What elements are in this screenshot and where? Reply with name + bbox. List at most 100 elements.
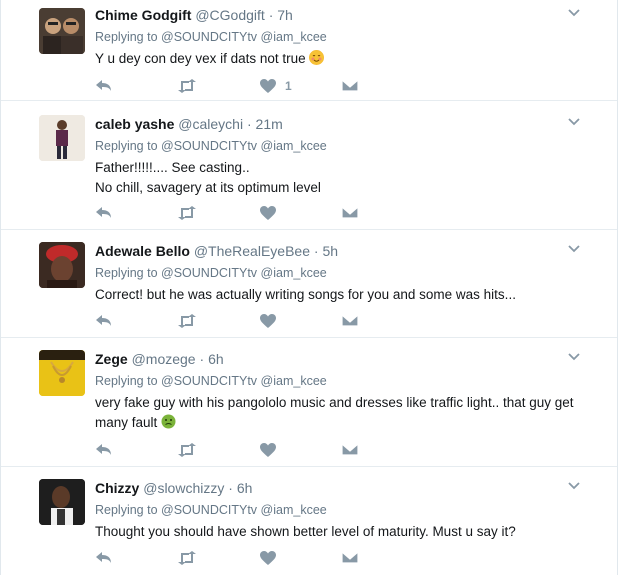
tweet-actions — [95, 548, 423, 568]
retweet-button[interactable] — [177, 311, 259, 331]
replying-to: Replying to @SOUNDCITYtv @iam_kcee — [95, 502, 597, 518]
like-button[interactable]: 1 — [259, 76, 341, 96]
tweet-content: Chizzy @slowchizzy · 6h Replying to @SOU… — [95, 479, 597, 542]
reply-button[interactable] — [95, 548, 177, 568]
avatar[interactable] — [39, 350, 85, 396]
avatar[interactable] — [39, 242, 85, 288]
tweet-line: very fake guy with his pangololo music a… — [95, 395, 574, 410]
replying-label: Replying to — [95, 374, 158, 388]
message-button[interactable] — [341, 203, 423, 223]
author-handle[interactable]: @CGodgift — [195, 7, 264, 23]
tweet-line: Father!!!!!.... See casting.. — [95, 160, 250, 175]
tweet-time[interactable]: 6h — [237, 480, 253, 496]
tweet-text: very fake guy with his pangololo music a… — [95, 393, 597, 433]
chevron-down-icon[interactable] — [567, 242, 581, 256]
tweet-time[interactable]: 6h — [208, 351, 224, 367]
tweet-line: many fault — [95, 415, 158, 430]
author-handle[interactable]: @caleychi — [178, 116, 243, 132]
like-icon — [260, 314, 276, 328]
tweet-line: No chill, savagery at its optimum level — [95, 180, 321, 195]
tweet-text: Y u dey con dey vex if dats not true — [95, 49, 597, 69]
separator-dot: · — [313, 243, 319, 259]
chevron-down-icon[interactable] — [567, 115, 581, 129]
like-icon — [260, 551, 276, 565]
chevron-down-icon[interactable] — [567, 479, 581, 493]
like-icon — [260, 206, 276, 220]
mentions[interactable]: @SOUNDCITYtv @iam_kcee — [161, 139, 327, 153]
tweet-line-with-emoji: many fault — [95, 413, 597, 433]
tweet-time[interactable]: 21m — [256, 116, 283, 132]
reply-icon — [96, 315, 111, 326]
avatar[interactable] — [39, 115, 85, 161]
message-button[interactable] — [341, 440, 423, 460]
tweet-content: caleb yashe @caleychi · 21m Replying to … — [95, 115, 597, 198]
author-name[interactable]: Adewale Bello — [95, 243, 190, 259]
reply-icon — [96, 444, 111, 455]
message-icon — [341, 443, 359, 456]
reply-button[interactable] — [95, 440, 177, 460]
tweet[interactable]: Zege @mozege · 6h Replying to @SOUNDCITY… — [1, 338, 617, 467]
author-handle[interactable]: @slowchizzy — [143, 480, 224, 496]
message-icon — [341, 551, 359, 564]
separator-dot: · — [268, 7, 274, 23]
message-button[interactable] — [341, 548, 423, 568]
message-button[interactable] — [341, 311, 423, 331]
tweet-actions: 1 — [95, 76, 423, 96]
reply-button[interactable] — [95, 76, 177, 96]
replying-label: Replying to — [95, 266, 158, 280]
like-button[interactable] — [259, 548, 341, 568]
replying-to: Replying to @SOUNDCITYtv @iam_kcee — [95, 29, 597, 45]
retweet-icon — [178, 551, 196, 565]
tweet[interactable]: Chime Godgift @CGodgift · 7h Replying to… — [1, 0, 617, 101]
like-button[interactable] — [259, 203, 341, 223]
retweet-icon — [178, 443, 196, 457]
tweet-header: Chime Godgift @CGodgift · 7h — [95, 6, 597, 24]
avatar[interactable] — [39, 479, 85, 525]
author-name[interactable]: caleb yashe — [95, 116, 174, 132]
like-icon — [260, 443, 276, 457]
blushing-face-icon — [309, 50, 325, 65]
avatar-photo — [39, 115, 85, 161]
tweet-time[interactable]: 7h — [277, 7, 293, 23]
author-handle[interactable]: @TheRealEyeBee — [194, 243, 310, 259]
author-name[interactable]: Zege — [95, 351, 128, 367]
replying-label: Replying to — [95, 139, 158, 153]
like-button[interactable] — [259, 311, 341, 331]
like-icon — [260, 79, 276, 93]
separator-dot: · — [228, 480, 233, 496]
message-button[interactable] — [341, 76, 423, 96]
tweet[interactable]: Adewale Bello @TheRealEyeBee · 5h Replyi… — [1, 230, 617, 338]
like-count: 1 — [285, 79, 292, 93]
replying-to: Replying to @SOUNDCITYtv @iam_kcee — [95, 373, 597, 389]
author-handle[interactable]: @mozege — [132, 351, 196, 367]
chevron-down-icon[interactable] — [567, 6, 581, 20]
reply-button[interactable] — [95, 311, 177, 331]
replying-label: Replying to — [95, 503, 158, 517]
avatar-photo — [39, 350, 85, 396]
avatar[interactable] — [39, 8, 85, 54]
retweet-button[interactable] — [177, 203, 259, 223]
reply-icon — [96, 207, 111, 218]
replying-label: Replying to — [95, 30, 158, 44]
tweet-time[interactable]: 5h — [322, 243, 338, 259]
tweet[interactable]: caleb yashe @caleychi · 21m Replying to … — [1, 101, 617, 230]
reply-button[interactable] — [95, 203, 177, 223]
retweet-button[interactable] — [177, 548, 259, 568]
author-name[interactable]: Chizzy — [95, 480, 139, 496]
tweet[interactable]: Chizzy @slowchizzy · 6h Replying to @SOU… — [1, 467, 617, 575]
mentions[interactable]: @SOUNDCITYtv @iam_kcee — [161, 30, 327, 44]
separator-dot: · — [246, 116, 252, 132]
mentions[interactable]: @SOUNDCITYtv @iam_kcee — [161, 266, 327, 280]
retweet-button[interactable] — [177, 76, 259, 96]
mentions[interactable]: @SOUNDCITYtv @iam_kcee — [161, 503, 327, 517]
separator-dot: · — [199, 351, 205, 367]
like-button[interactable] — [259, 440, 341, 460]
nauseated-face-icon — [161, 414, 176, 429]
reply-icon — [96, 552, 111, 563]
author-name[interactable]: Chime Godgift — [95, 7, 191, 23]
avatar-photo — [39, 479, 85, 525]
mentions[interactable]: @SOUNDCITYtv @iam_kcee — [161, 374, 327, 388]
chevron-down-icon[interactable] — [567, 350, 581, 364]
retweet-button[interactable] — [177, 440, 259, 460]
tweet-actions — [95, 311, 423, 331]
